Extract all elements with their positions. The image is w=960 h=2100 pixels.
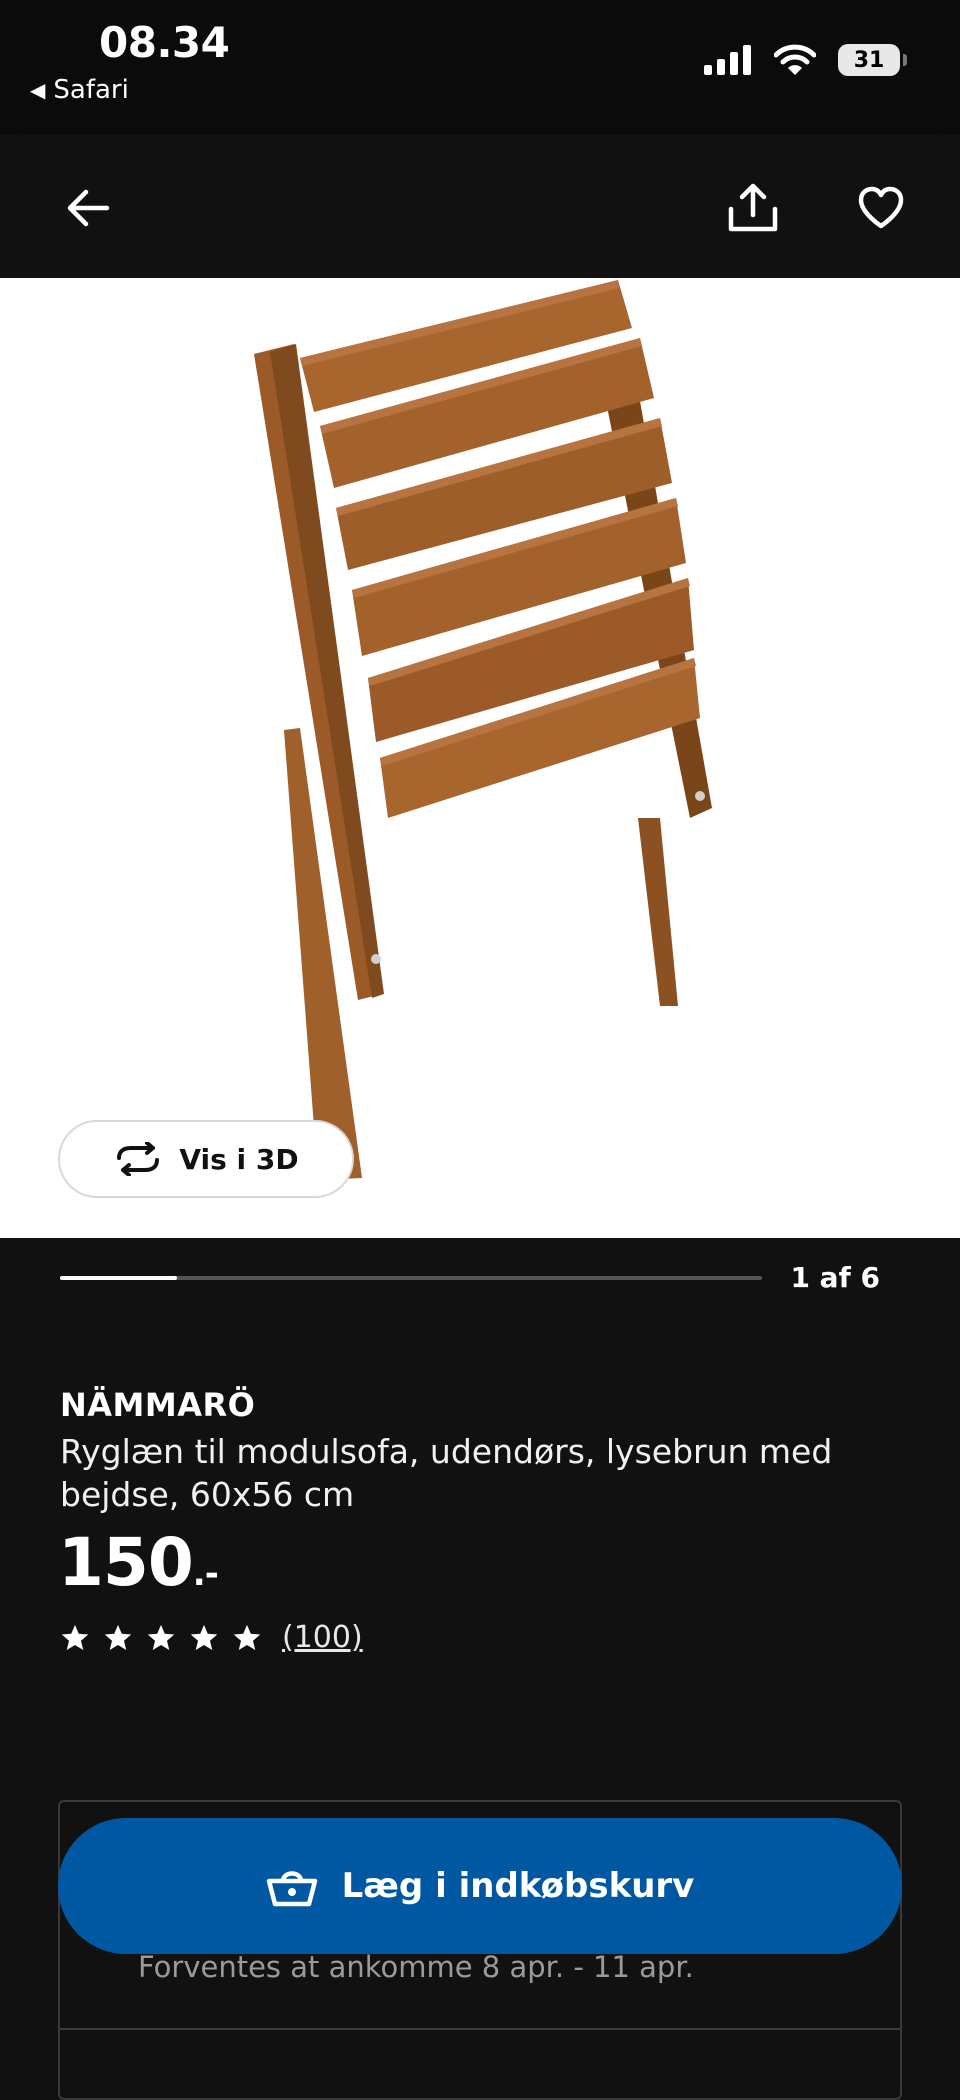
back-to-app-link[interactable]: ◀ Safari — [30, 75, 129, 105]
product-name: NÄMMARÖ — [60, 1386, 256, 1424]
add-to-cart-button[interactable]: Læg i indkøbskurv — [58, 1818, 902, 1954]
status-bar: 08.34 ◀ Safari 31 — [0, 0, 960, 135]
view-in-3d-button[interactable]: Vis i 3D — [58, 1120, 354, 1198]
product-rating[interactable]: (100) — [60, 1620, 363, 1655]
share-button[interactable] — [718, 173, 788, 243]
back-arrow-icon — [67, 189, 110, 227]
cellular-signal-icon — [704, 45, 751, 75]
gallery-page-indicator: 1 af 6 — [790, 1261, 880, 1294]
status-time: 08.34 — [99, 18, 230, 67]
product-image[interactable]: Vis i 3D — [0, 278, 960, 1238]
product-description: Ryglæn til modulsofa, udendørs, lysebrun… — [60, 1432, 833, 1514]
star-icon — [190, 1624, 218, 1650]
star-icon — [61, 1624, 89, 1650]
view-in-3d-label: Vis i 3D — [179, 1142, 299, 1176]
price-suffix: .- — [192, 1554, 219, 1594]
battery-indicator: 31 — [838, 44, 907, 76]
back-triangle-icon: ◀ — [30, 78, 46, 102]
wooden-backrest-image — [254, 280, 712, 1180]
share-icon — [728, 183, 778, 232]
panel-divider — [58, 2028, 902, 2030]
system-icons: 31 — [704, 44, 907, 76]
star-icon — [233, 1624, 261, 1650]
product-nav-bar — [0, 135, 960, 278]
rating-stars — [60, 1623, 262, 1653]
heart-icon — [858, 186, 904, 229]
shopping-basket-icon — [266, 1871, 317, 1907]
product-price: 150.- — [58, 1524, 219, 1601]
wifi-icon — [774, 44, 816, 75]
price-value: 150 — [58, 1524, 194, 1601]
add-to-cart-label: Læg i indkøbskurv — [341, 1866, 695, 1906]
favorite-button[interactable] — [846, 173, 916, 243]
star-icon — [147, 1624, 175, 1650]
star-icon — [104, 1624, 132, 1650]
gallery-progress-fill — [60, 1276, 178, 1280]
back-app-label: Safari — [53, 75, 129, 105]
delivery-estimate: Forventes at ankomme 8 apr. - 11 apr. — [138, 1950, 694, 1984]
gallery-progress-bar — [60, 1276, 762, 1280]
rotate-3d-icon — [117, 1142, 160, 1176]
back-button[interactable] — [53, 173, 123, 243]
reviews-count-link[interactable]: (100) — [282, 1620, 363, 1655]
